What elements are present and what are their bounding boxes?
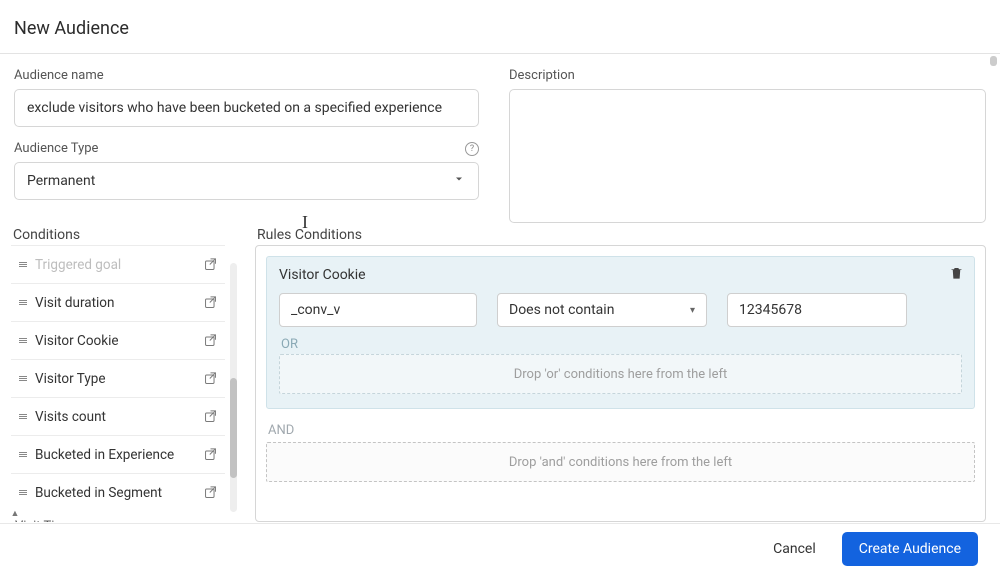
rule-operator-value: Does not contain bbox=[509, 302, 614, 318]
text-cursor-icon: I bbox=[302, 212, 308, 233]
drag-handle-icon bbox=[19, 338, 27, 344]
drag-handle-icon bbox=[19, 262, 27, 268]
scrollbar-thumb[interactable] bbox=[230, 378, 237, 478]
condition-item-visits-count[interactable]: Visits count bbox=[11, 397, 225, 435]
description-label: Description bbox=[509, 68, 986, 83]
condition-label: Visitor Type bbox=[35, 371, 202, 387]
external-link-icon[interactable] bbox=[202, 294, 219, 311]
rules-container: Visitor Cookie Does not contain ▾ OR Dro… bbox=[255, 245, 986, 522]
create-audience-button[interactable]: Create Audience bbox=[842, 532, 978, 566]
audience-type-select[interactable]: Permanent bbox=[14, 162, 479, 200]
and-dropzone[interactable]: Drop 'and' conditions here from the left bbox=[266, 442, 975, 482]
condition-label: Visitor Cookie bbox=[35, 333, 202, 349]
condition-item-visitor-type[interactable]: Visitor Type bbox=[11, 359, 225, 397]
condition-item-bucketed-experience[interactable]: Bucketed in Experience bbox=[11, 435, 225, 473]
conditions-list[interactable]: Triggered goal Visit duration Visitor Co… bbox=[11, 245, 239, 522]
condition-label: Bucketed in Segment bbox=[35, 485, 202, 501]
drag-handle-icon bbox=[19, 300, 27, 306]
rule-card-title: Visitor Cookie bbox=[279, 267, 962, 283]
conditions-scrollbar[interactable] bbox=[230, 263, 237, 512]
help-icon[interactable]: ? bbox=[465, 142, 479, 156]
condition-label: Triggered goal bbox=[35, 257, 202, 273]
rule-cookie-name-input[interactable] bbox=[279, 293, 477, 327]
rules-title: Rules Conditions bbox=[255, 227, 986, 243]
drag-handle-icon bbox=[19, 452, 27, 458]
external-link-icon[interactable] bbox=[202, 370, 219, 387]
footer-actions: Cancel Create Audience bbox=[0, 523, 1000, 573]
drag-handle-icon bbox=[19, 376, 27, 382]
or-label: OR bbox=[281, 337, 962, 352]
conditions-title: Conditions bbox=[11, 227, 239, 243]
external-link-icon[interactable] bbox=[202, 484, 219, 501]
or-dropzone[interactable]: Drop 'or' conditions here from the left bbox=[279, 354, 962, 394]
condition-label: Visit duration bbox=[35, 295, 202, 311]
page-scrollbar-thumb[interactable] bbox=[990, 56, 997, 66]
delete-rule-button[interactable] bbox=[949, 265, 964, 285]
caret-down-icon: ▾ bbox=[690, 305, 695, 316]
external-link-icon[interactable] bbox=[202, 408, 219, 425]
page-title: New Audience bbox=[0, 0, 1000, 53]
external-link-icon[interactable] bbox=[202, 256, 219, 273]
cancel-button[interactable]: Cancel bbox=[767, 533, 822, 565]
rule-value-input[interactable] bbox=[727, 293, 907, 327]
scroll-down-icon[interactable]: ▲ bbox=[11, 508, 20, 518]
condition-item-triggered-goal[interactable]: Triggered goal bbox=[11, 245, 225, 283]
drag-handle-icon bbox=[19, 490, 27, 496]
condition-item-visit-duration[interactable]: Visit duration bbox=[11, 283, 225, 321]
condition-item-visitor-cookie[interactable]: Visitor Cookie bbox=[11, 321, 225, 359]
external-link-icon[interactable] bbox=[202, 446, 219, 463]
scroll-up-icon[interactable] bbox=[11, 249, 20, 259]
audience-name-input[interactable] bbox=[14, 89, 479, 127]
and-label: AND bbox=[268, 423, 975, 438]
condition-group-visit-time: Visit Time bbox=[11, 511, 225, 522]
condition-label: Bucketed in Experience bbox=[35, 447, 202, 463]
condition-label: Visits count bbox=[35, 409, 202, 425]
description-input[interactable] bbox=[509, 89, 986, 223]
audience-name-label: Audience name bbox=[14, 68, 479, 83]
rule-card-visitor-cookie: Visitor Cookie Does not contain ▾ OR Dro… bbox=[266, 256, 975, 409]
rule-operator-select[interactable]: Does not contain ▾ bbox=[497, 293, 707, 327]
drag-handle-icon bbox=[19, 414, 27, 420]
condition-item-bucketed-segment[interactable]: Bucketed in Segment bbox=[11, 473, 225, 511]
external-link-icon[interactable] bbox=[202, 332, 219, 349]
audience-type-label: Audience Type bbox=[14, 141, 98, 156]
